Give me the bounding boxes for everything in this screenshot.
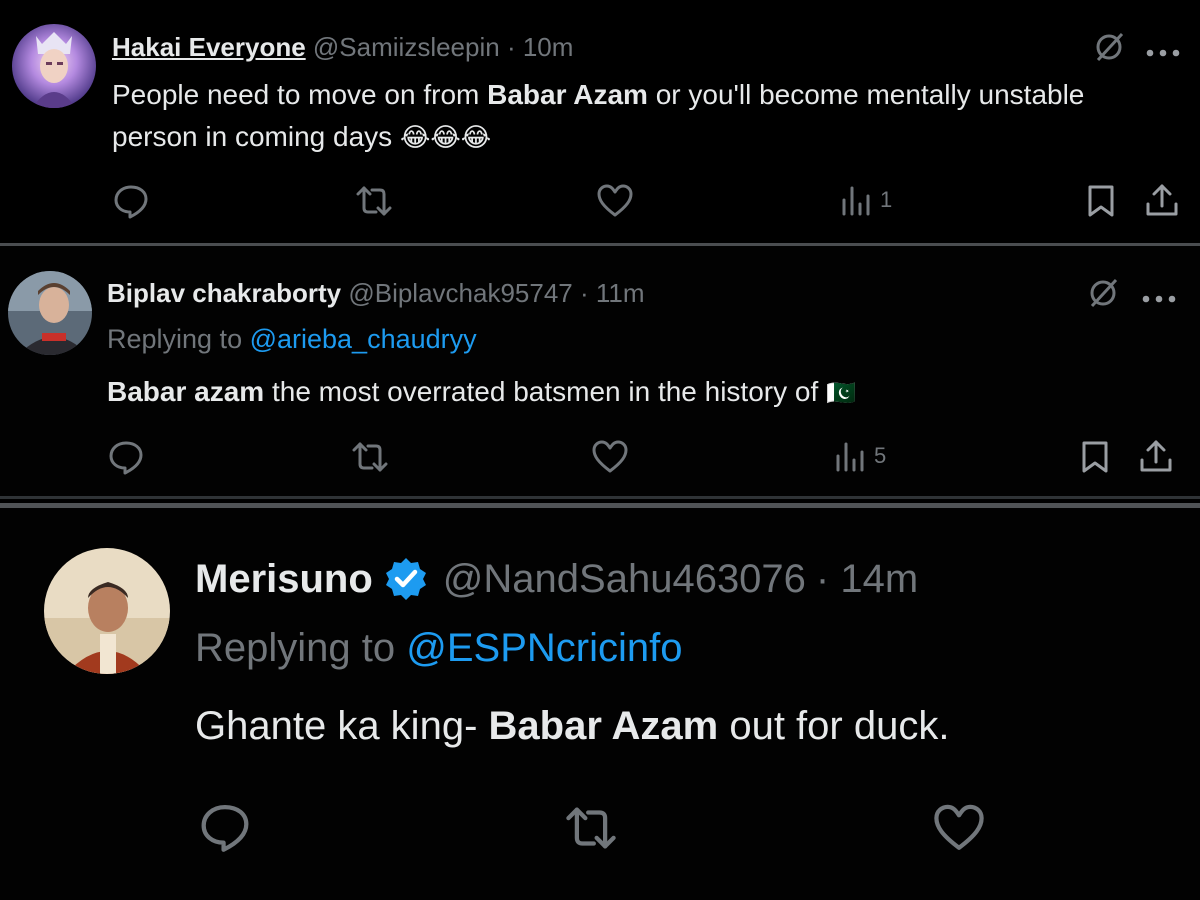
more-icon[interactable] (1146, 44, 1180, 62)
views-icon (842, 186, 870, 216)
share-icon (1146, 184, 1178, 216)
mention-link[interactable]: @ESPNcricinfo (406, 626, 682, 670)
more-icon[interactable] (1142, 290, 1176, 308)
grok-icon[interactable] (1086, 276, 1120, 315)
reply-icon (201, 804, 249, 852)
bookmark-button[interactable] (1086, 184, 1116, 218)
tweet-3[interactable]: Merisuno @NandSahu463076 · 14m Replying … (0, 508, 1200, 900)
tweet-1[interactable]: Hakai Everyone @Samiizsleepin · 10m Peop… (0, 0, 1200, 243)
mention-link[interactable]: @arieba_chaudryy (250, 324, 477, 354)
like-icon (934, 804, 984, 850)
like-icon (592, 440, 628, 473)
avatar[interactable] (8, 271, 92, 355)
reply-button[interactable] (198, 800, 252, 854)
reply-icon (109, 441, 143, 475)
tweet-header: Merisuno @NandSahu463076 · 14m (195, 556, 918, 602)
timestamp[interactable]: · 11m (580, 278, 645, 308)
bookmark-icon (1082, 441, 1108, 473)
avatar[interactable] (12, 24, 96, 108)
views-count: 1 (880, 187, 893, 212)
reply-button[interactable] (107, 438, 145, 476)
retweet-button[interactable] (354, 184, 394, 218)
author-handle[interactable]: @NandSahu463076 (443, 557, 806, 602)
tweet-header: Hakai Everyone @Samiizsleepin · 10m (112, 32, 573, 63)
views-button[interactable]: 5 (834, 440, 886, 472)
tweet-text: Babar azam the most overrated batsmen in… (107, 376, 856, 407)
like-button[interactable] (932, 804, 986, 852)
author-handle[interactable]: @Biplavchak95747 (348, 278, 572, 308)
like-button[interactable] (596, 184, 634, 218)
reply-button[interactable] (112, 182, 150, 220)
retweet-button[interactable] (562, 804, 620, 852)
share-button[interactable] (1138, 438, 1174, 474)
verified-badge-icon (385, 558, 426, 600)
reply-icon (114, 185, 148, 219)
tweet-text: Ghante ka king- Babar Azam out for duck. (195, 704, 950, 748)
bookmark-button[interactable] (1080, 440, 1110, 474)
replying-to: Replying to @arieba_chaudryy (107, 324, 477, 354)
tweet-header: Biplav chakraborty @Biplavchak95747 · 11… (107, 278, 645, 309)
avatar[interactable] (44, 548, 170, 674)
like-icon (597, 184, 633, 217)
author-handle[interactable]: @Samiizsleepin (313, 32, 500, 62)
retweet-icon (352, 442, 388, 472)
retweet-icon (566, 807, 616, 849)
bookmark-icon (1088, 185, 1114, 217)
emoji: 😂😂😂 (399, 122, 492, 152)
tweet-text: People need to move on from Babar Azam o… (112, 79, 1085, 152)
timestamp[interactable]: · 10m (507, 32, 573, 62)
share-icon (1140, 440, 1172, 472)
retweet-button[interactable] (350, 440, 390, 474)
views-count: 5 (874, 443, 887, 468)
retweet-icon (356, 186, 392, 216)
divider (0, 496, 1200, 499)
views-icon (836, 442, 864, 472)
grok-icon[interactable] (1092, 30, 1126, 69)
share-button[interactable] (1144, 182, 1180, 218)
author-name[interactable]: Merisuno (195, 557, 373, 602)
views-button[interactable]: 1 (840, 184, 892, 216)
author-name[interactable]: Hakai Everyone (112, 32, 306, 62)
replying-to: Replying to @ESPNcricinfo (195, 626, 683, 670)
tweet-2[interactable]: Biplav chakraborty @Biplavchak95747 · 11… (0, 246, 1200, 496)
author-name[interactable]: Biplav chakraborty (107, 278, 341, 308)
flag-emoji: 🇵🇰 (826, 380, 856, 407)
timestamp[interactable]: · 14m (816, 557, 918, 602)
like-button[interactable] (591, 440, 629, 474)
